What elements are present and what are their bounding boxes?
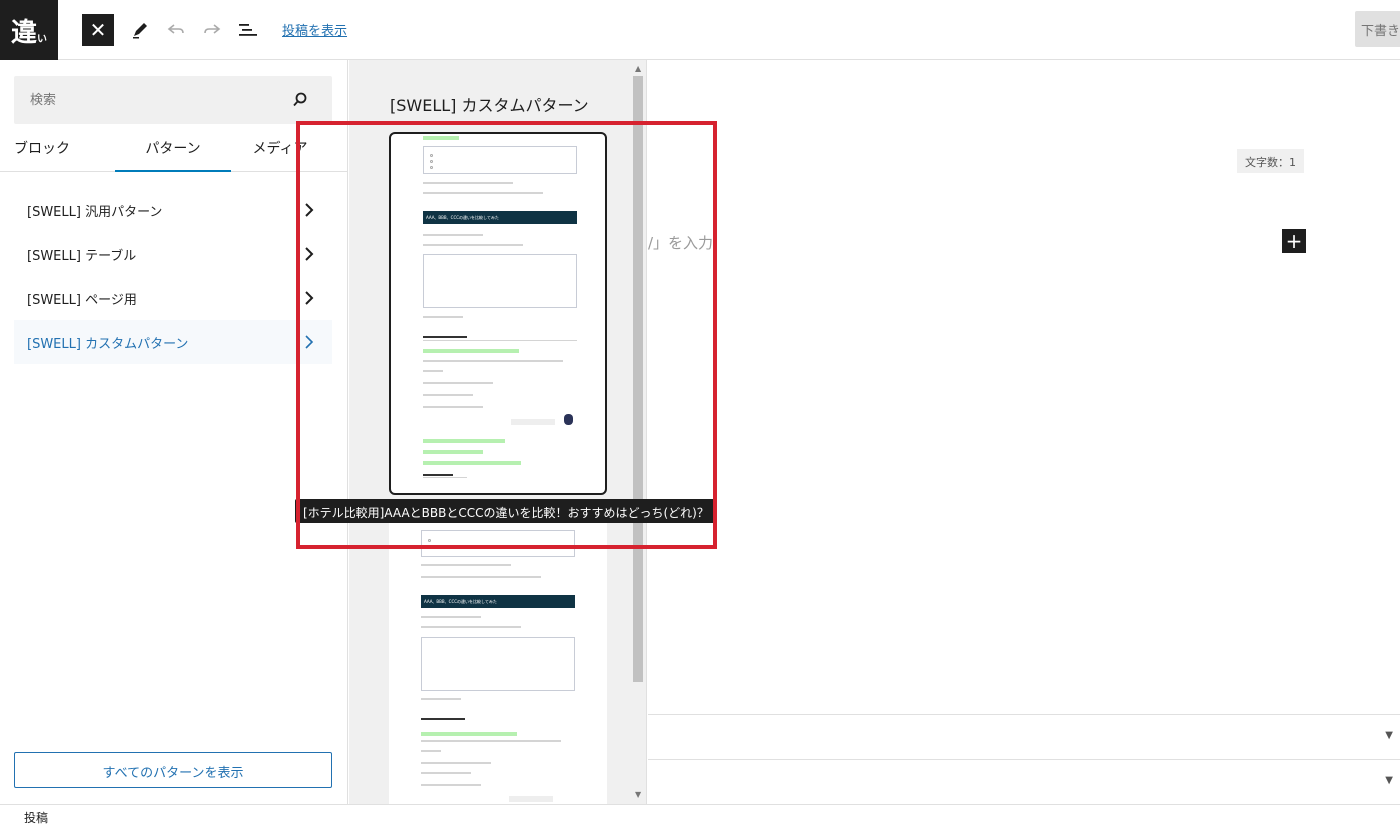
- view-all-patterns-button[interactable]: すべてのパターンを表示: [14, 752, 332, 788]
- view-post-link[interactable]: 投稿を表示: [282, 20, 347, 39]
- category-label: [SWELL] 汎用パターン: [27, 205, 163, 220]
- mini-line: [421, 616, 481, 618]
- category-label: [SWELL] テーブル: [27, 249, 137, 264]
- scroll-up-arrow[interactable]: ▲: [635, 64, 641, 73]
- undo-icon: [167, 24, 184, 34]
- category-item[interactable]: [SWELL] ページ用: [14, 276, 332, 320]
- mini-heading: AAA、BBB、CCCの違いを比較してみた: [421, 595, 575, 608]
- undo-button[interactable]: [160, 14, 192, 46]
- editor-statusbar: 投稿: [0, 804, 1400, 825]
- site-logo[interactable]: 違い: [0, 0, 58, 60]
- site-logo-text: 違: [10, 17, 37, 48]
- site-logo-small: い: [37, 33, 47, 45]
- pattern-thumbnail[interactable]: AAA、BBB、CCCの違いを比較してみた: [389, 506, 607, 804]
- mini-line: [421, 784, 481, 786]
- highlight-frame: [296, 121, 717, 549]
- search-input[interactable]: [14, 76, 284, 124]
- category-item[interactable]: [SWELL] 汎用パターン: [14, 188, 332, 232]
- mini-line: [421, 698, 461, 700]
- breadcrumb[interactable]: 投稿: [24, 809, 48, 826]
- scroll-down-arrow[interactable]: ▼: [635, 790, 641, 799]
- document-overview-button[interactable]: [232, 14, 264, 46]
- metabox-panel[interactable]: ▼: [648, 714, 1400, 759]
- add-block-button[interactable]: +: [1282, 229, 1306, 253]
- chevron-down-icon: ▼: [1385, 730, 1393, 741]
- pattern-category-list: [SWELL] 汎用パターン [SWELL] テーブル [SWELL] ページ用…: [14, 188, 332, 364]
- inserter-search: [14, 76, 332, 124]
- category-label: [SWELL] ページ用: [27, 293, 137, 308]
- list-view-icon: [239, 24, 257, 36]
- category-item-selected[interactable]: [SWELL] カスタムパターン: [14, 320, 332, 364]
- metabox-panel[interactable]: ▼: [648, 759, 1400, 804]
- pencil-icon: [133, 23, 147, 39]
- mini-line: [421, 576, 541, 578]
- plus-icon: +: [1285, 229, 1303, 253]
- mini-line: [421, 772, 471, 774]
- close-icon: ✕: [89, 18, 107, 42]
- mini-line: [421, 762, 491, 764]
- mini-line: [421, 750, 441, 752]
- search-icon: [293, 92, 307, 107]
- close-inserter-button[interactable]: ✕: [82, 14, 114, 46]
- mini-line: [421, 564, 511, 566]
- tab-blocks[interactable]: ブロック: [0, 124, 82, 172]
- category-item[interactable]: [SWELL] テーブル: [14, 232, 332, 276]
- redo-icon: [204, 24, 221, 34]
- mini-box: [421, 637, 575, 691]
- tab-patterns[interactable]: パターン: [115, 124, 231, 172]
- mini-bubble: [509, 796, 553, 802]
- chevron-down-icon: ▼: [1385, 775, 1393, 786]
- tools-button[interactable]: [124, 14, 156, 46]
- category-label: [SWELL] カスタムパターン: [27, 337, 189, 352]
- mini-line: [421, 718, 465, 720]
- pattern-category-title: [SWELL] カスタムパターン: [390, 96, 589, 115]
- mini-line: [421, 626, 521, 628]
- word-count-badge: 文字数：1: [1237, 149, 1304, 173]
- mini-line: [421, 740, 561, 742]
- mini-highlight: [421, 732, 517, 736]
- save-draft-button[interactable]: 下書き: [1355, 11, 1400, 47]
- redo-button[interactable]: [196, 14, 228, 46]
- editor-header: 違い ✕ 投稿を表示 下書き: [0, 0, 1400, 60]
